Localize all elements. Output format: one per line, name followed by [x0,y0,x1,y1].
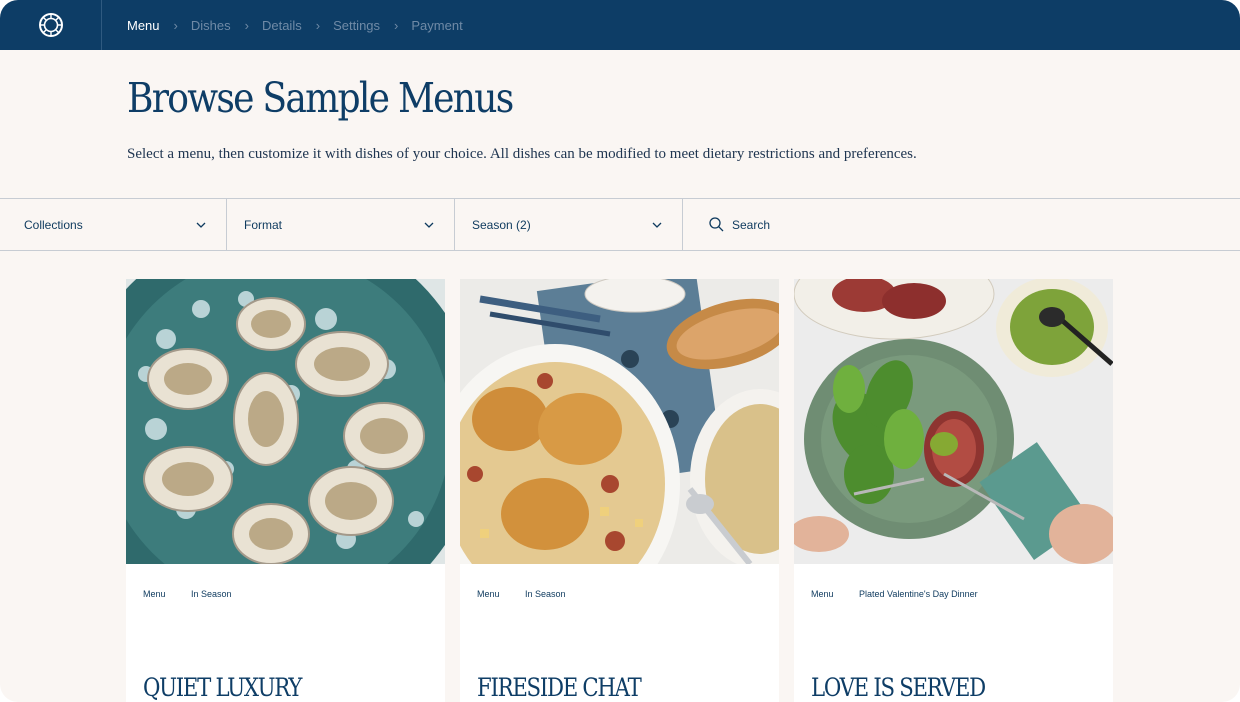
tag-season: In Season [525,589,566,599]
breadcrumb: Menu › Dishes › Details › Settings › Pay… [102,18,463,33]
breadcrumb-details[interactable]: Details [262,18,302,33]
search-field[interactable]: Search [683,199,770,250]
chevron-down-icon [424,222,434,228]
menu-card-quiet-luxury[interactable]: Menu In Season QUIET LUXURY [126,279,445,702]
breadcrumb-settings[interactable]: Settings [333,18,380,33]
search-label: Search [732,217,771,232]
chevron-right-icon: › [394,17,399,33]
filter-bar: Collections Format Season (2) Search [0,198,1240,251]
tag-season: In Season [191,589,232,599]
tag-menu: Menu [811,589,834,599]
menu-card-love-is-served[interactable]: Menu Plated Valentine's Day Dinner LOVE … [794,279,1113,702]
oysters-image [126,279,445,564]
collections-label: Collections [24,217,83,232]
logo[interactable] [0,0,102,50]
chevron-right-icon: › [244,17,249,33]
card-tags: Menu Plated Valentine's Day Dinner [811,589,978,599]
menu-card-fireside-chat[interactable]: Menu In Season FIRESIDE CHAT [460,279,779,702]
chevron-down-icon [196,222,206,228]
app-frame: Menu › Dishes › Details › Settings › Pay… [0,0,1240,702]
tag-menu: Menu [143,589,166,599]
chevron-down-icon [652,222,662,228]
breadcrumb-dishes[interactable]: Dishes [191,18,231,33]
tag-menu: Menu [477,589,500,599]
collections-dropdown[interactable]: Collections [0,199,227,250]
breadcrumb-menu[interactable]: Menu [127,18,160,33]
chicken-dish-image [460,279,779,564]
card-tags: Menu In Season [143,589,232,599]
top-nav-bar: Menu › Dishes › Details › Settings › Pay… [0,0,1240,50]
format-label: Format [244,217,283,232]
page-subtitle: Select a menu, then customize it with di… [127,146,917,162]
chevron-right-icon: › [315,17,321,33]
season-label: Season (2) [472,217,531,232]
card-title[interactable]: LOVE IS SERVED [811,673,986,702]
card-title[interactable]: FIRESIDE CHAT [477,673,642,702]
format-dropdown[interactable]: Format [227,199,455,250]
season-dropdown[interactable]: Season (2) [455,199,683,250]
page-title: Browse Sample Menus [127,74,514,122]
breadcrumb-payment[interactable]: Payment [411,18,462,33]
search-icon [709,217,724,232]
card-tags: Menu In Season [477,589,566,599]
tag-occasion: Plated Valentine's Day Dinner [859,589,978,599]
chevron-right-icon: › [173,17,178,33]
circular-emblem-icon [38,13,63,37]
steak-plate-image [794,279,1113,564]
card-title[interactable]: QUIET LUXURY [143,673,302,702]
